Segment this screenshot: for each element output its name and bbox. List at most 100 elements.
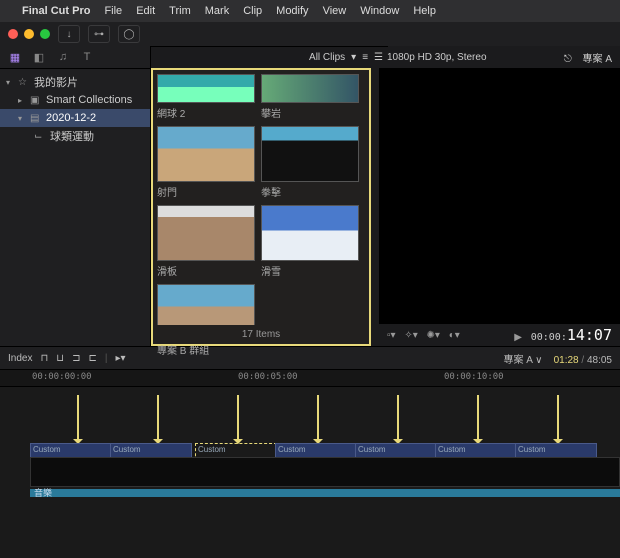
clip-thumbnail[interactable] [261, 74, 359, 103]
viewer-format: 1080p HD 30p, Stereo [387, 52, 487, 63]
menu-view[interactable]: View [323, 5, 347, 17]
menu-file[interactable]: File [104, 5, 122, 17]
clip-thumbnail[interactable] [157, 74, 255, 103]
library-tab-icon[interactable]: ▦ [6, 50, 24, 64]
clip-item[interactable]: 網球 2 [157, 74, 253, 120]
clip-name: 拳擊 [261, 184, 357, 199]
disclosure-icon[interactable]: ▾ [6, 78, 14, 87]
insert-clip-icon[interactable]: ⊔ [56, 353, 64, 364]
clip-name: 射門 [157, 184, 253, 199]
menu-edit[interactable]: Edit [136, 5, 155, 17]
viewer-bottom-bar: ▫▾ ✧▾ ✺▾ ◐▾ ▶ 00:00:14:07 [379, 323, 620, 346]
play-icon[interactable]: ▶ [514, 332, 522, 343]
ruler-mark: 00:00:05:00 [238, 372, 298, 382]
main-area: ▦ ◧ ♫ T ▾ ☆ 我的影片 ▸ ▣ Smart Collections ▾… [0, 46, 620, 346]
browser-top-bar: All Clips ▾ ≡ ☰ [151, 46, 391, 68]
clip-item[interactable]: 射門 [157, 126, 253, 199]
library-icon: ☆ [18, 77, 30, 88]
folder-icon: ▣ [30, 95, 42, 106]
photos-tab-icon[interactable]: ◧ [30, 50, 48, 64]
close-button[interactable] [8, 29, 18, 39]
zoom-button[interactable] [40, 29, 50, 39]
annotation-arrow-icon [395, 395, 401, 449]
library-row[interactable]: ▾ ☆ 我的影片 [0, 73, 150, 91]
timeline-duration: 48:05 [587, 355, 612, 366]
clip-item[interactable]: 滑板 [157, 205, 253, 278]
clip-filter[interactable]: All Clips [309, 52, 345, 63]
scale-menu-icon[interactable]: ▫▾ [387, 330, 396, 341]
clip-item[interactable]: 攀岩 [261, 74, 357, 120]
clip-item[interactable]: 拳擊 [261, 126, 357, 199]
clip-name: 專案 B 群組 [157, 342, 253, 357]
sidebar: ▦ ◧ ♫ T ▾ ☆ 我的影片 ▸ ▣ Smart Collections ▾… [0, 46, 151, 346]
disclosure-icon[interactable]: ▸ [18, 96, 26, 105]
smart-collections-row[interactable]: ▸ ▣ Smart Collections [0, 91, 150, 109]
clip-name: 攀岩 [261, 105, 357, 120]
event-icon: ▤ [30, 113, 42, 124]
titles-tab-icon[interactable]: T [78, 50, 96, 64]
select-tool-icon[interactable]: ▸▾ [115, 353, 125, 364]
minimize-button[interactable] [24, 29, 34, 39]
macos-menubar: Final Cut Pro File Edit Trim Mark Clip M… [0, 0, 620, 22]
transform-tool-icon[interactable]: ✧▾ [404, 330, 417, 341]
index-button[interactable]: Index [8, 353, 32, 364]
library-name: 我的影片 [34, 74, 78, 90]
traffic-lights [8, 29, 50, 39]
menu-window[interactable]: Window [360, 5, 399, 17]
app-name[interactable]: Final Cut Pro [22, 5, 90, 17]
viewer-timecode: 00:00:14:07 [531, 332, 612, 343]
timeline-ruler[interactable]: 00:00:00:00 00:00:05:00 00:00:10:00 [0, 370, 620, 387]
menu-clip[interactable]: Clip [243, 5, 262, 17]
ruler-mark: 00:00:10:00 [444, 372, 504, 382]
timeline-project-name[interactable]: 專案 A ∨ [503, 355, 542, 366]
audio-lane[interactable]: 音樂 [30, 489, 620, 497]
video-lane[interactable] [30, 457, 620, 487]
event-row[interactable]: ▾ ▤ 2020-12-2 [0, 109, 150, 127]
menu-help[interactable]: Help [413, 5, 436, 17]
annotation-arrow-icon [235, 395, 241, 449]
clip-browser[interactable]: ↖ 網球 2攀岩射門拳擊滑板滑雪專案 B 群組 17 Items [151, 68, 371, 346]
smart-collections-label: Smart Collections [46, 94, 132, 106]
audio-lane-label: 音樂 [34, 486, 52, 499]
menu-trim[interactable]: Trim [169, 5, 191, 17]
share-icon[interactable]: ⎋ [564, 54, 572, 65]
center-pane: All Clips ▾ ≡ ☰ ↖ 網球 2攀岩射門拳擊滑板滑雪專案 B 群組 … [151, 46, 620, 346]
sounds-tab-icon[interactable]: ♫ [54, 50, 72, 64]
menu-mark[interactable]: Mark [205, 5, 229, 17]
timeline-position: 01:28 [554, 355, 579, 366]
overwrite-clip-icon[interactable]: ⊏ [88, 353, 96, 364]
browser-wrap: All Clips ▾ ≡ ☰ ↖ 網球 2攀岩射門拳擊滑板滑雪專案 B 群組 … [151, 46, 620, 346]
render-button[interactable]: ◯ [118, 25, 140, 43]
disclosure-icon[interactable]: ▾ [18, 114, 26, 123]
annotation-arrow-icon [475, 395, 481, 449]
ruler-mark: 00:00:00:00 [32, 372, 92, 382]
enhance-tool-icon[interactable]: ✺▾ [427, 330, 440, 341]
retime-tool-icon[interactable]: ◐▾ [449, 330, 460, 341]
chevron-down-icon[interactable]: ▾ [351, 52, 356, 63]
import-button[interactable]: ↓ [58, 25, 80, 43]
annotation-arrow-icon [315, 395, 321, 449]
clip-name: 滑板 [157, 263, 253, 278]
annotation-arrow-icon [555, 395, 561, 449]
clip-thumbnail[interactable] [261, 205, 359, 261]
clip-thumbnail[interactable] [157, 126, 255, 182]
keyword-name: 球類運動 [50, 128, 94, 144]
viewer-top-bar: 1080p HD 30p, Stereo ⎋ 專案 A [379, 46, 620, 68]
clip-name: 網球 2 [157, 105, 253, 120]
viewer-project-name: 專案 A [583, 54, 612, 65]
clip-item[interactable]: 滑雪 [261, 205, 357, 278]
viewer-canvas[interactable] [379, 68, 620, 346]
timeline-body[interactable]: CustomCustomCustomCustomCustomCustomCust… [0, 387, 620, 537]
clip-name: 滑雪 [261, 263, 357, 278]
browser-item-count: 17 Items [153, 325, 369, 344]
sidebar-tabs: ▦ ◧ ♫ T [0, 46, 150, 69]
clip-thumbnail[interactable] [157, 205, 255, 261]
connect-clip-icon[interactable]: ⊓ [40, 353, 48, 364]
keyword-row[interactable]: ⌙ 球類運動 [0, 127, 150, 145]
clip-thumbnail[interactable] [261, 126, 359, 182]
filmstrip-view-icon[interactable]: ≡ [362, 52, 368, 63]
clip-item[interactable]: 專案 B 群組 [157, 284, 253, 357]
menu-modify[interactable]: Modify [276, 5, 308, 17]
append-clip-icon[interactable]: ⊐ [72, 353, 80, 364]
keyword-button[interactable]: ⊶ [88, 25, 110, 43]
